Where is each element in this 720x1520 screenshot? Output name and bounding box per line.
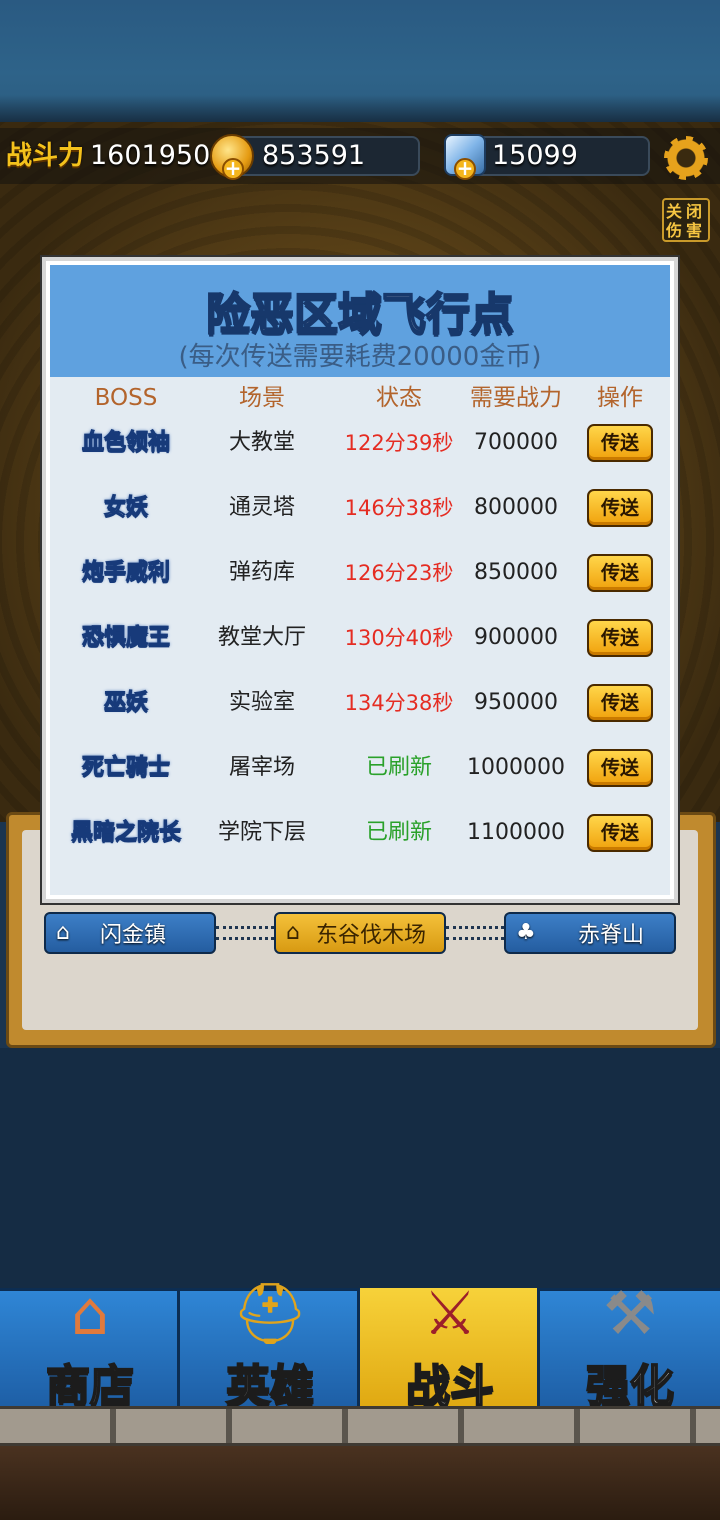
teleport-button[interactable]: 传送 xyxy=(587,684,653,722)
scene-name: 实验室 xyxy=(228,690,295,715)
required-power: 700000 xyxy=(474,430,558,455)
scene-name: 通灵塔 xyxy=(228,495,295,520)
damage-display-toggle[interactable]: 关闭伤害 xyxy=(662,198,710,242)
scene-name: 弹药库 xyxy=(228,560,295,585)
column-header-action: 操作 xyxy=(597,385,643,411)
required-power: 1000000 xyxy=(467,755,565,780)
map-path xyxy=(216,926,274,940)
required-power: 950000 xyxy=(474,690,558,715)
teleport-button[interactable]: 传送 xyxy=(587,619,653,657)
boss-status: 130分40秒 xyxy=(344,626,454,650)
boss-name: 巫妖 xyxy=(103,690,148,716)
required-power: 850000 xyxy=(474,560,558,585)
map-node-label: 赤脊山 xyxy=(578,923,645,948)
house-icon: ⌂ xyxy=(56,920,70,945)
boss-name: 女妖 xyxy=(103,495,148,521)
boss-status: 126分23秒 xyxy=(344,561,454,585)
teleport-button[interactable]: 传送 xyxy=(587,424,653,462)
scene-name: 学院下层 xyxy=(217,820,306,845)
lower-background xyxy=(0,1048,720,1288)
tab-upgrade-label: 强化 xyxy=(585,1360,675,1413)
scene-name: 大教堂 xyxy=(228,430,295,455)
required-power: 800000 xyxy=(474,495,558,520)
add-gems-icon[interactable]: + xyxy=(454,158,476,180)
dialog-subtitle: (每次传送需要耗费20000金币) xyxy=(178,342,542,372)
tab-battle-label: 战斗 xyxy=(405,1360,495,1413)
map-path xyxy=(446,926,504,940)
boss-status: 122分39秒 xyxy=(344,431,454,455)
boss-status: 146分38秒 xyxy=(344,496,454,520)
tab-shop-label: 商店 xyxy=(45,1360,135,1413)
column-header-status: 状态 xyxy=(376,385,422,411)
column-header-boss: BOSS xyxy=(94,385,158,411)
boss-name: 死亡骑士 xyxy=(81,755,170,781)
teleport-button[interactable]: 传送 xyxy=(587,749,653,787)
required-power: 1100000 xyxy=(467,820,565,845)
gem-value: 15099 xyxy=(492,140,578,171)
boss-name: 恐惧魔王 xyxy=(81,625,170,651)
house-icon: ⌂ xyxy=(286,920,300,945)
required-power: 900000 xyxy=(474,625,558,650)
tab-heroes-label: 英雄 xyxy=(225,1360,315,1413)
boss-name: 黑暗之院长 xyxy=(70,820,181,846)
gold-value: 853591 xyxy=(262,140,366,171)
teleport-button[interactable]: 传送 xyxy=(587,814,653,852)
boss-status: 134分38秒 xyxy=(344,691,454,715)
combat-power-value: 1601950 xyxy=(90,140,211,171)
sky-edge xyxy=(0,95,720,125)
settings-gear-icon[interactable] xyxy=(664,136,708,180)
stone-border xyxy=(0,1406,720,1446)
boss-status: 已刷新 xyxy=(365,755,432,780)
tree-icon: ♣ xyxy=(516,920,536,945)
map-node-label: 东谷伐木场 xyxy=(316,923,427,948)
boss-name: 血色领袖 xyxy=(81,430,170,456)
add-gold-icon[interactable]: + xyxy=(222,158,244,180)
map-node-redridge[interactable]: ♣ 赤脊山 xyxy=(504,912,676,954)
teleport-button[interactable]: 传送 xyxy=(587,489,653,527)
crossed-swords-icon: ⚔ xyxy=(423,1279,477,1349)
column-header-scene: 场景 xyxy=(239,385,285,411)
scene-name: 教堂大厅 xyxy=(217,625,306,650)
teleport-button[interactable]: 传送 xyxy=(587,554,653,592)
combat-power-label: 战斗力 xyxy=(6,141,85,171)
column-header-required-power: 需要战力 xyxy=(470,385,562,411)
map-node-goldshire[interactable]: ⌂ 闪金镇 xyxy=(44,912,216,954)
map-node-label: 闪金镇 xyxy=(100,923,167,948)
boss-name: 炮手威利 xyxy=(81,560,170,586)
dialog-title: 险恶区域飞行点 xyxy=(205,288,515,341)
shop-icon: ⌂ xyxy=(70,1279,110,1349)
boss-status: 已刷新 xyxy=(365,820,432,845)
hammer-icon: ⚒ xyxy=(603,1279,657,1349)
scene-name: 屠宰场 xyxy=(228,755,295,780)
helmet-icon: ⛑ xyxy=(231,1279,309,1349)
map-node-eastvale[interactable]: ⌂ 东谷伐木场 xyxy=(274,912,446,954)
footer-background xyxy=(0,1446,720,1520)
